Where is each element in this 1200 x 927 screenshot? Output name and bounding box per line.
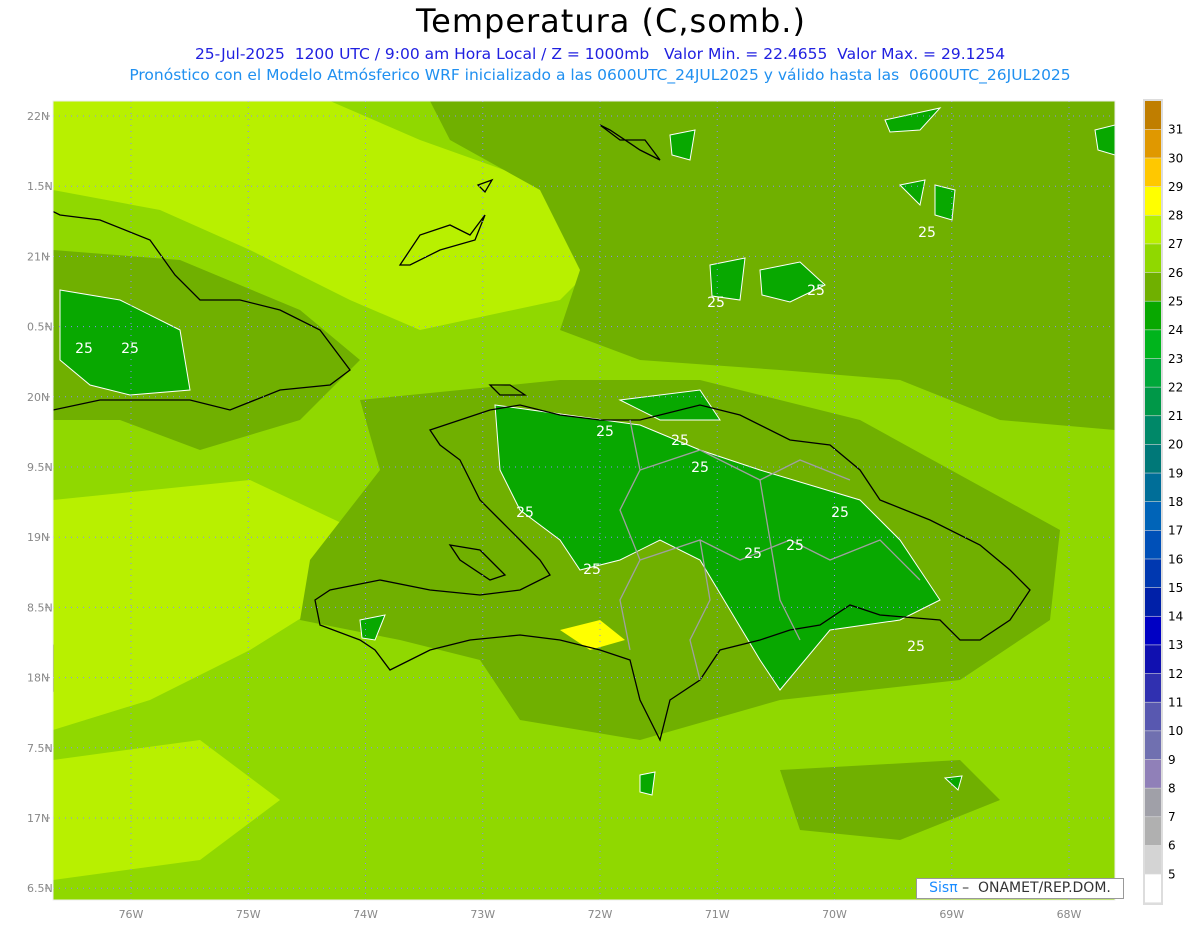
colorbar-swatch [1145, 616, 1161, 645]
contour-label: 25 [907, 639, 925, 655]
colorbar-label: 20 [1168, 438, 1183, 452]
colorbar-label: 29 [1168, 180, 1183, 194]
colorbar-label: 28 [1168, 209, 1183, 223]
colorbar-swatch [1145, 416, 1161, 445]
colorbar-swatch [1145, 272, 1161, 301]
temperature-map: 25 2525252525252525 2525252525 22N1.5N21N0… [27, 99, 1183, 921]
contour-label: 25 [707, 295, 725, 311]
colorbar-swatch [1145, 817, 1161, 846]
lon-tick-label: 69W [939, 908, 964, 921]
colorbar-label: 22 [1168, 380, 1183, 394]
colorbar-label: 13 [1168, 638, 1183, 652]
colorbar-label: 30 [1168, 151, 1183, 165]
colorbar-label: 9 [1168, 753, 1176, 767]
contour-label: 25 [121, 341, 139, 357]
colorbar-swatch [1145, 129, 1161, 158]
colorbar-label: 31 [1168, 123, 1183, 137]
colorbar-swatch [1145, 158, 1161, 187]
colorbar-swatch [1145, 473, 1161, 502]
colorbar-swatch [1145, 845, 1161, 874]
colorbar-swatch [1145, 731, 1161, 760]
colorbar-label: 25 [1168, 295, 1183, 309]
colorbar-swatch [1145, 587, 1161, 616]
colorbar-swatch [1145, 530, 1161, 559]
contour-label: 25 [516, 505, 534, 521]
contour-label: 25 [75, 341, 93, 357]
colorbar-label: 8 [1168, 781, 1176, 795]
colorbar-swatch [1145, 645, 1161, 674]
colorbar-label: 21 [1168, 409, 1183, 423]
colorbar-swatch [1145, 444, 1161, 473]
colorbar-swatch [1145, 215, 1161, 244]
logo-credit: Sisπ – ONAMET/REP.DOM. [916, 878, 1124, 899]
colorbar-label: 23 [1168, 352, 1183, 366]
colorbar-label: 26 [1168, 266, 1183, 280]
colorbar-swatch [1145, 330, 1161, 359]
colorbar-label: 7 [1168, 810, 1176, 824]
colorbar-swatch [1145, 358, 1161, 387]
colorbar-swatch [1145, 186, 1161, 215]
colorbar-swatch [1145, 387, 1161, 416]
contour-label: 25 [691, 460, 709, 476]
colorbar-swatch [1145, 101, 1161, 130]
colorbar-label: 14 [1168, 610, 1183, 624]
colorbar-swatch [1145, 301, 1161, 330]
contour-label: 25 [671, 433, 689, 449]
logo-text: – ONAMET/REP.DOM. [957, 880, 1111, 896]
colorbar-label: 17 [1168, 524, 1183, 538]
colorbar-label: 12 [1168, 667, 1183, 681]
contour-label: 25 [596, 424, 614, 440]
colorbar-swatch [1145, 502, 1161, 531]
contour-label: 25 [744, 546, 762, 562]
colorbar-label: 10 [1168, 724, 1183, 738]
colorbar-label: 19 [1168, 466, 1183, 480]
contour-label: 25 [583, 562, 601, 578]
colorbar-label: 6 [1168, 839, 1176, 853]
colorbar-swatch [1145, 559, 1161, 588]
colorbar-swatch [1145, 874, 1161, 903]
colorbar-swatch [1145, 788, 1161, 817]
colorbar-label: 16 [1168, 552, 1183, 566]
temperature-field [53, 101, 1115, 900]
lon-tick-label: 76W [119, 908, 144, 921]
colorbar-swatch [1145, 702, 1161, 731]
contour-label: 25 [831, 505, 849, 521]
colorbar-label: 11 [1168, 696, 1183, 710]
contour-label: 25 [918, 225, 936, 241]
colorbar-label: 15 [1168, 581, 1183, 595]
contour-label: 25 [807, 283, 825, 299]
lon-tick-label: 74W [353, 908, 378, 921]
logo-brand: Sisπ [929, 880, 958, 896]
colorbar-label: 27 [1168, 237, 1183, 251]
colorbar-swatch [1145, 673, 1161, 702]
lon-tick-label: 72W [588, 908, 613, 921]
colorbar-swatch [1145, 759, 1161, 788]
lon-tick-label: 73W [470, 908, 495, 921]
contour-label: 25 [786, 538, 804, 554]
colorbar-label: 5 [1168, 867, 1176, 881]
colorbar-label: 18 [1168, 495, 1183, 509]
colorbar: 31 30 29 28 27 26 25 24 23 22 21 20 19 18 17 16 15 14 13 12… [1143, 99, 1183, 905]
colorbar-swatch [1145, 244, 1161, 273]
lon-tick-label: 75W [236, 908, 261, 921]
colorbar-label: 24 [1168, 323, 1183, 337]
lon-tick-label: 68W [1057, 908, 1082, 921]
lon-tick-label: 71W [705, 908, 730, 921]
lon-tick-label: 70W [822, 908, 847, 921]
